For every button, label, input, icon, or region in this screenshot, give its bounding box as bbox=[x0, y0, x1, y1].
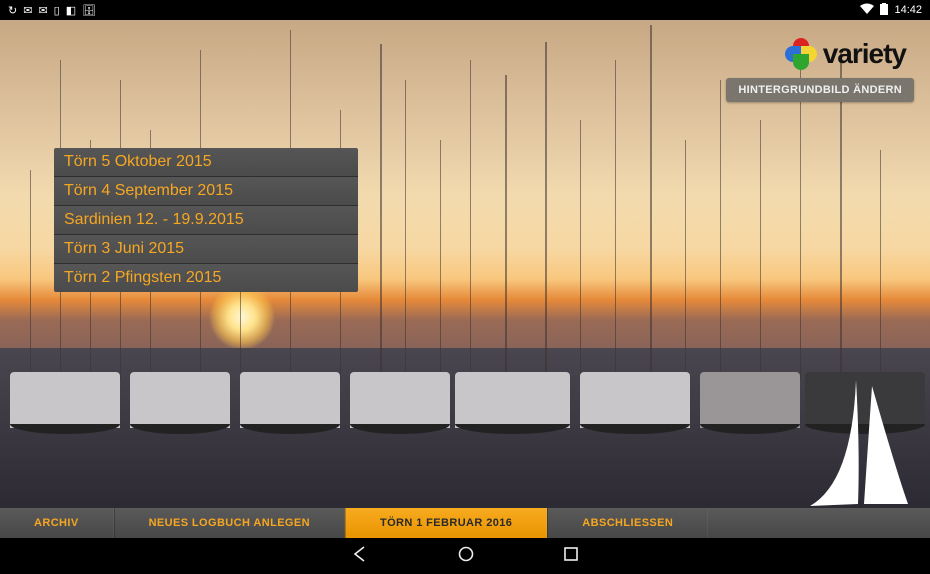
brand-name: variety bbox=[823, 38, 906, 70]
status-time: 14:42 bbox=[894, 4, 922, 16]
trip-item[interactable]: Törn 5 Oktober 2015 bbox=[54, 148, 358, 177]
close-button[interactable]: ABSCHLIESSEN bbox=[547, 508, 708, 538]
recents-icon[interactable] bbox=[563, 546, 579, 567]
archive-label: ARCHIV bbox=[34, 517, 79, 529]
trip-item-label: Törn 4 September 2015 bbox=[64, 182, 233, 199]
trip-item[interactable]: Törn 3 Juni 2015 bbox=[54, 235, 358, 264]
wifi-icon bbox=[860, 3, 874, 17]
bottom-action-bar: ARCHIV NEUES LOGBUCH ANLEGEN TÖRN 1 FEBR… bbox=[0, 508, 930, 538]
trip-item-label: Törn 2 Pfingsten 2015 bbox=[64, 269, 221, 286]
mail-icon: ✉ bbox=[23, 4, 32, 17]
sync-icon: ↻ bbox=[8, 4, 17, 17]
current-trip-label: TÖRN 1 FEBRUAR 2016 bbox=[380, 517, 512, 529]
trip-item-label: Törn 3 Juni 2015 bbox=[64, 240, 184, 257]
trip-list: Törn 5 Oktober 2015 Törn 4 September 201… bbox=[54, 148, 358, 292]
current-trip-button[interactable]: TÖRN 1 FEBRUAR 2016 bbox=[345, 508, 547, 538]
android-navbar bbox=[0, 538, 930, 574]
new-logbook-button[interactable]: NEUES LOGBUCH ANLEGEN bbox=[114, 508, 345, 538]
new-logbook-label: NEUES LOGBUCH ANLEGEN bbox=[149, 517, 310, 529]
device-icon: ▯ bbox=[54, 4, 60, 17]
status-right-icons: 14:42 bbox=[860, 3, 922, 18]
dashboard-icon: ◧ bbox=[66, 4, 76, 17]
back-icon[interactable] bbox=[351, 545, 369, 568]
app-body: variety HINTERGRUNDBILD ÄNDERN Törn 5 Ok… bbox=[0, 20, 930, 538]
battery-icon bbox=[880, 3, 888, 18]
change-background-label: HINTERGRUNDBILD ÄNDERN bbox=[738, 84, 902, 96]
trip-item[interactable]: Törn 4 September 2015 bbox=[54, 177, 358, 206]
app-sail-logo-icon bbox=[800, 372, 916, 512]
archive-button[interactable]: ARCHIV bbox=[0, 508, 114, 538]
briefcase-icon: 🗄 bbox=[82, 4, 96, 17]
trip-item[interactable]: Sardinien 12. - 19.9.2015 bbox=[54, 206, 358, 235]
trip-item-label: Törn 5 Oktober 2015 bbox=[64, 153, 212, 170]
trip-item[interactable]: Törn 2 Pfingsten 2015 bbox=[54, 264, 358, 292]
mail-icon: ✉ bbox=[38, 4, 47, 17]
trip-item-label: Sardinien 12. - 19.9.2015 bbox=[64, 211, 244, 228]
status-left-icons: ↻ ✉ ✉ ▯ ◧ 🗄 bbox=[8, 4, 96, 17]
home-icon[interactable] bbox=[457, 545, 475, 568]
background-sun bbox=[210, 285, 274, 349]
variety-logo-icon bbox=[785, 38, 817, 70]
change-background-button[interactable]: HINTERGRUNDBILD ÄNDERN bbox=[726, 78, 914, 102]
close-label: ABSCHLIESSEN bbox=[582, 517, 673, 529]
brand: variety bbox=[785, 38, 906, 70]
android-statusbar: ↻ ✉ ✉ ▯ ◧ 🗄 14:42 bbox=[0, 0, 930, 20]
